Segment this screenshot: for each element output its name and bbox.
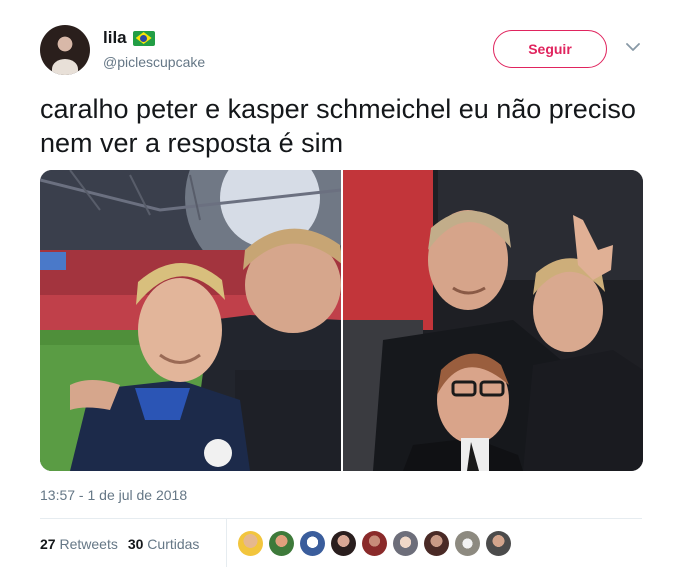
liker-avatar[interactable] bbox=[362, 531, 387, 556]
tweet-photo-left[interactable] bbox=[40, 170, 341, 471]
liker-avatar[interactable] bbox=[455, 531, 480, 556]
follow-button[interactable]: Seguir bbox=[493, 30, 607, 68]
author-avatar[interactable] bbox=[40, 25, 90, 75]
tweet-timestamp[interactable]: 13:57 - 1 de jul de 2018 bbox=[40, 487, 187, 503]
retweets-label: Retweets bbox=[59, 536, 118, 552]
chevron-down-icon[interactable] bbox=[626, 42, 640, 52]
liker-avatar[interactable] bbox=[300, 531, 325, 556]
liker-avatar[interactable] bbox=[424, 531, 449, 556]
likes-stat[interactable]: 30 Curtidas bbox=[128, 536, 200, 552]
liker-avatar[interactable] bbox=[393, 531, 418, 556]
liker-avatar[interactable] bbox=[269, 531, 294, 556]
liker-avatar[interactable] bbox=[331, 531, 356, 556]
liker-avatars bbox=[238, 531, 511, 556]
likes-count: 30 bbox=[127, 536, 144, 552]
author-name-row[interactable]: lila bbox=[103, 28, 155, 48]
liker-avatar[interactable] bbox=[238, 531, 263, 556]
author-handle[interactable]: @piclescupcake bbox=[103, 54, 205, 70]
retweets-count: 27 bbox=[40, 536, 56, 552]
tweet-stats: 27 Retweets 30 Curtidas bbox=[40, 536, 199, 552]
stats-separator bbox=[226, 519, 227, 567]
tweet-photo-right[interactable] bbox=[343, 170, 643, 471]
author-display-name[interactable]: lila bbox=[103, 28, 127, 48]
tweet-text: caralho peter e kasper schmeichel eu não… bbox=[40, 94, 636, 158]
likes-label: Curtidas bbox=[147, 536, 200, 552]
liker-avatar[interactable] bbox=[486, 531, 511, 556]
divider-top bbox=[40, 518, 642, 519]
retweets-stat[interactable]: 27 Retweets bbox=[40, 536, 118, 552]
brazil-flag-icon bbox=[132, 30, 155, 46]
